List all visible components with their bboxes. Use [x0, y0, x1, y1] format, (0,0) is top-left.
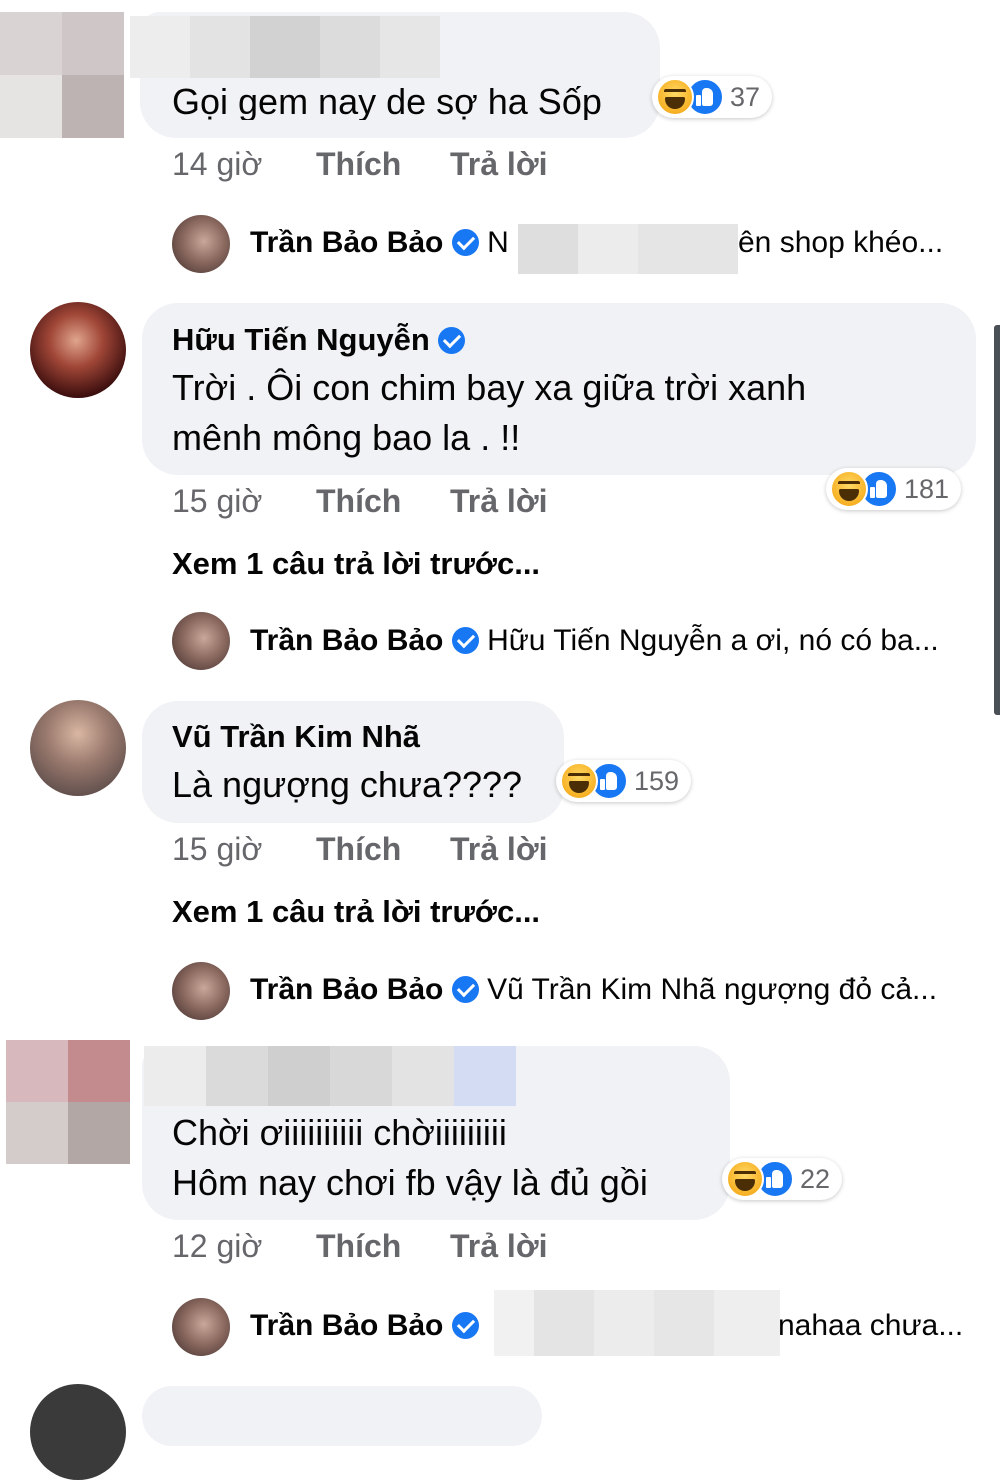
- reaction-summary[interactable]: 22: [722, 1158, 843, 1200]
- reply-author: Trần Bảo Bảo: [250, 226, 444, 259]
- reply-button[interactable]: Trả lời: [450, 831, 547, 868]
- comment-author[interactable]: Hữu Tiến Nguyễn: [172, 322, 466, 358]
- comment-time[interactable]: 12 giờ: [172, 1228, 262, 1265]
- verified-badge-icon: [451, 229, 479, 256]
- reaction-summary[interactable]: 181: [826, 468, 962, 510]
- comment-text: Trời . Ôi con chim bay xa giữa trời xanh…: [172, 367, 807, 458]
- comment-text: Gọi gem nay de sợ ha Sốp: [172, 81, 602, 120]
- like-button[interactable]: Thích: [316, 146, 401, 183]
- view-previous-replies[interactable]: Xem 1 câu trả lời trước...: [172, 894, 540, 930]
- reply-button[interactable]: Trả lời: [450, 1228, 547, 1265]
- avatar[interactable]: [30, 700, 126, 796]
- censored-reply-text: [518, 224, 738, 274]
- haha-icon: [726, 1160, 764, 1198]
- censored-avatar: [0, 12, 124, 138]
- comment-author[interactable]: Vũ Trần Kim Nhã: [172, 719, 420, 755]
- reaction-count: 22: [800, 1163, 831, 1194]
- reply-button[interactable]: Trả lời: [450, 146, 547, 183]
- avatar[interactable]: [30, 1384, 126, 1480]
- reply-text: Hữu Tiến Nguyễn a ơi, nó có ba...: [487, 624, 939, 657]
- censored-reply-text: [494, 1290, 780, 1356]
- reply-preview[interactable]: Trần Bảo Bảo Vũ Trần Kim Nhã ngượng đỏ c…: [250, 973, 937, 1007]
- reply-button[interactable]: Trả lời: [450, 483, 547, 520]
- censored-author-name: [130, 16, 440, 78]
- reply-author: Trần Bảo Bảo: [250, 1309, 444, 1342]
- avatar[interactable]: [172, 215, 230, 273]
- reply-text-end: ên shop khéo...: [738, 226, 944, 259]
- verified-badge-icon: [451, 627, 479, 654]
- avatar[interactable]: [172, 962, 230, 1020]
- like-button[interactable]: Thích: [316, 1228, 401, 1265]
- reply-preview[interactable]: Trần Bảo Bảo Hữu Tiến Nguyễn a ơi, nó có…: [250, 624, 939, 658]
- avatar[interactable]: [172, 1298, 230, 1356]
- reaction-count: 159: [634, 765, 680, 796]
- comment-text: Chời ơiiiiiiiiii chờiiiiiiiii Hôm nay ch…: [172, 1112, 648, 1203]
- reply-text-end: nahaa chưa...: [778, 1309, 964, 1342]
- reply-author: Trần Bảo Bảo: [250, 624, 444, 657]
- reply-author: Trần Bảo Bảo: [250, 973, 444, 1006]
- view-previous-replies[interactable]: Xem 1 câu trả lời trước...: [172, 546, 540, 582]
- verified-badge-icon: [451, 1312, 479, 1339]
- scrollbar[interactable]: [994, 325, 1000, 715]
- reply-text: Vũ Trần Kim Nhã ngượng đỏ cả...: [487, 973, 938, 1006]
- reaction-count: 37: [730, 81, 761, 112]
- comment-bubble: [142, 1386, 542, 1446]
- comment-time[interactable]: 14 giờ: [172, 146, 262, 183]
- haha-icon: [830, 470, 868, 508]
- like-button[interactable]: Thích: [316, 831, 401, 868]
- reply-preview[interactable]: Trần Bảo Bảo N: [250, 226, 509, 260]
- haha-icon: [656, 78, 694, 116]
- reaction-summary[interactable]: 159: [556, 760, 692, 802]
- reply-text-start: N: [487, 226, 509, 259]
- avatar[interactable]: [172, 612, 230, 670]
- censored-author-name: [144, 1046, 516, 1106]
- verified-badge-icon: [451, 976, 479, 1003]
- comment-time[interactable]: 15 giờ: [172, 831, 262, 868]
- reaction-count: 181: [904, 473, 950, 504]
- comment-time[interactable]: 15 giờ: [172, 483, 262, 520]
- like-button[interactable]: Thích: [316, 483, 401, 520]
- haha-icon: [560, 762, 598, 800]
- verified-badge-icon: [438, 327, 466, 354]
- censored-avatar: [6, 1040, 130, 1164]
- reply-preview[interactable]: Trần Bảo Bảo: [250, 1309, 479, 1343]
- comment-text: Là ngượng chưa????: [172, 764, 523, 805]
- avatar[interactable]: [30, 302, 126, 398]
- reaction-summary[interactable]: 37: [652, 76, 773, 118]
